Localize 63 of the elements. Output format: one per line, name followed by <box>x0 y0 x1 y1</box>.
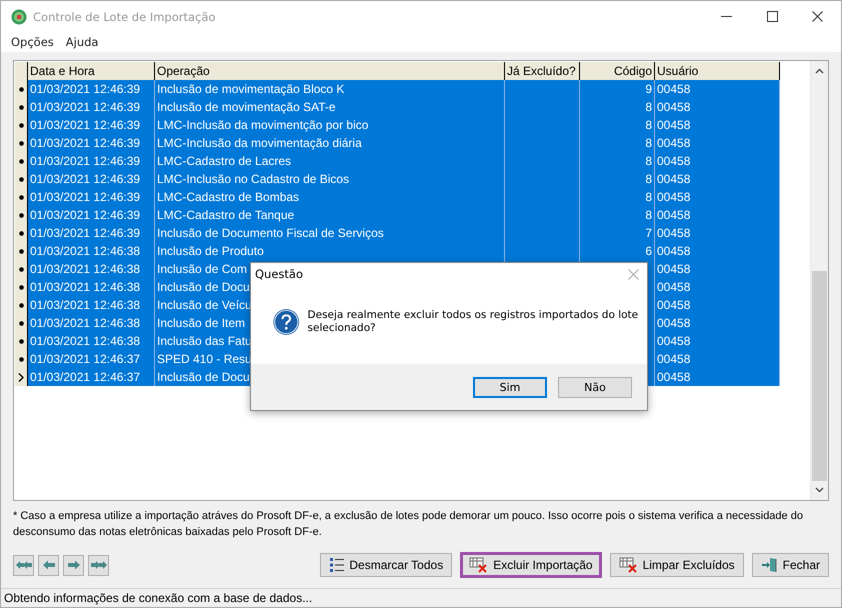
table-cell: 01/03/2021 12:46:39 <box>30 172 140 186</box>
table-cell: 01/03/2021 12:46:39 <box>30 118 140 132</box>
table-cell: 01/03/2021 12:46:39 <box>30 208 140 222</box>
table-cell: LMC-Cadastro de Lacres <box>157 154 292 168</box>
table-cell: 8 <box>645 136 652 150</box>
table-cell: LMC-Cadastro de Tanque <box>157 208 294 222</box>
table-cell: LMC-Inclusão no Cadastro de Bicos <box>157 172 350 186</box>
table-cell: 00458 <box>657 298 690 312</box>
table-cell: 7 <box>645 226 652 240</box>
table-cell: Inclusão de Produto <box>157 244 264 258</box>
table-cell: 01/03/2021 12:46:39 <box>30 190 140 204</box>
table-cell: 00458 <box>657 352 690 366</box>
table-cell: 00458 <box>657 190 690 204</box>
table-cell: 01/03/2021 12:46:38 <box>30 280 140 294</box>
table-cell: 8 <box>645 118 652 132</box>
table-cell: 00458 <box>657 208 690 222</box>
table-cell: 01/03/2021 12:46:39 <box>30 226 140 240</box>
table-cell: 00458 <box>657 244 690 258</box>
table-cell: 01/03/2021 12:46:39 <box>30 136 140 150</box>
table-cell: 01/03/2021 12:46:38 <box>30 262 140 276</box>
table-cell: 00458 <box>657 280 690 294</box>
table-cell: Inclusão de Documento Fiscal de Serviços <box>157 226 384 240</box>
table-cell: 8 <box>645 100 652 114</box>
table-cell: Inclusão de movimentação Bloco K <box>157 82 344 96</box>
table-cell: 01/03/2021 12:46:38 <box>30 298 140 312</box>
table-cell: Inclusão de movimentação SAT-e <box>157 100 336 114</box>
table-cell: 01/03/2021 12:46:39 <box>30 154 140 168</box>
table-cell: 00458 <box>657 100 690 114</box>
table-cell: Inclusão de Docu <box>157 280 250 294</box>
table-cell: Inclusão de Com <box>157 262 248 276</box>
table-cell: 8 <box>645 190 652 204</box>
table-cell: 00458 <box>657 316 690 330</box>
table-cell: 01/03/2021 12:46:38 <box>30 244 140 258</box>
note-text: * Caso a empresa utilize a importação atráves do Prosoft DF-e, a exclusão de lotes pode demorar um pouco. Isso ocorre pois o sistema verifica a necessidade do desconsumo das notas eletrônicas baixadas pelo Prosoft DF-e. <box>13 509 804 540</box>
table-cell: 8 <box>645 172 652 186</box>
status-text: Obtendo informações de conexão com a base de dados... <box>4 591 312 605</box>
table-cell: 9 <box>645 82 652 96</box>
dialog-message: Deseja realmente excluir todos os registros importados do lote selecionado? <box>308 308 640 334</box>
table-cell: LMC-Inclusão da movimentação diária <box>157 136 362 150</box>
table-cell: 6 <box>645 244 652 258</box>
table-cell: 01/03/2021 12:46:38 <box>30 316 140 330</box>
table-cell: Inclusão de Item <box>157 316 246 330</box>
table-cell: 8 <box>645 208 652 222</box>
table-cell: 01/03/2021 12:46:37 <box>30 352 140 366</box>
table-cell: 00458 <box>657 118 690 132</box>
table-cell: 01/03/2021 12:46:37 <box>30 370 140 384</box>
table-cell: 00458 <box>657 370 690 384</box>
table-cell: 00458 <box>657 262 690 276</box>
table-cell: 00458 <box>657 226 690 240</box>
table-cell: LMC-Cadastro de Bombas <box>157 190 300 204</box>
table-cell: 00458 <box>657 136 690 150</box>
table-cell: Inclusão de Docu <box>157 370 250 384</box>
table-cell: 01/03/2021 12:46:38 <box>30 334 140 348</box>
table-cell: 8 <box>645 154 652 168</box>
table-cell: LMC-Inclusão da movimentção por bico <box>157 118 368 132</box>
table-cell: 00458 <box>657 172 690 186</box>
table-cell: 01/03/2021 12:46:39 <box>30 100 140 114</box>
table-cell: 00458 <box>657 82 690 96</box>
table-cell: 01/03/2021 12:46:39 <box>30 82 140 96</box>
table-cell: 00458 <box>657 334 690 348</box>
table-cell: 00458 <box>657 154 690 168</box>
dialog-title: Questão <box>255 267 303 281</box>
window-title: Controle de Lote de Importação <box>33 10 216 24</box>
